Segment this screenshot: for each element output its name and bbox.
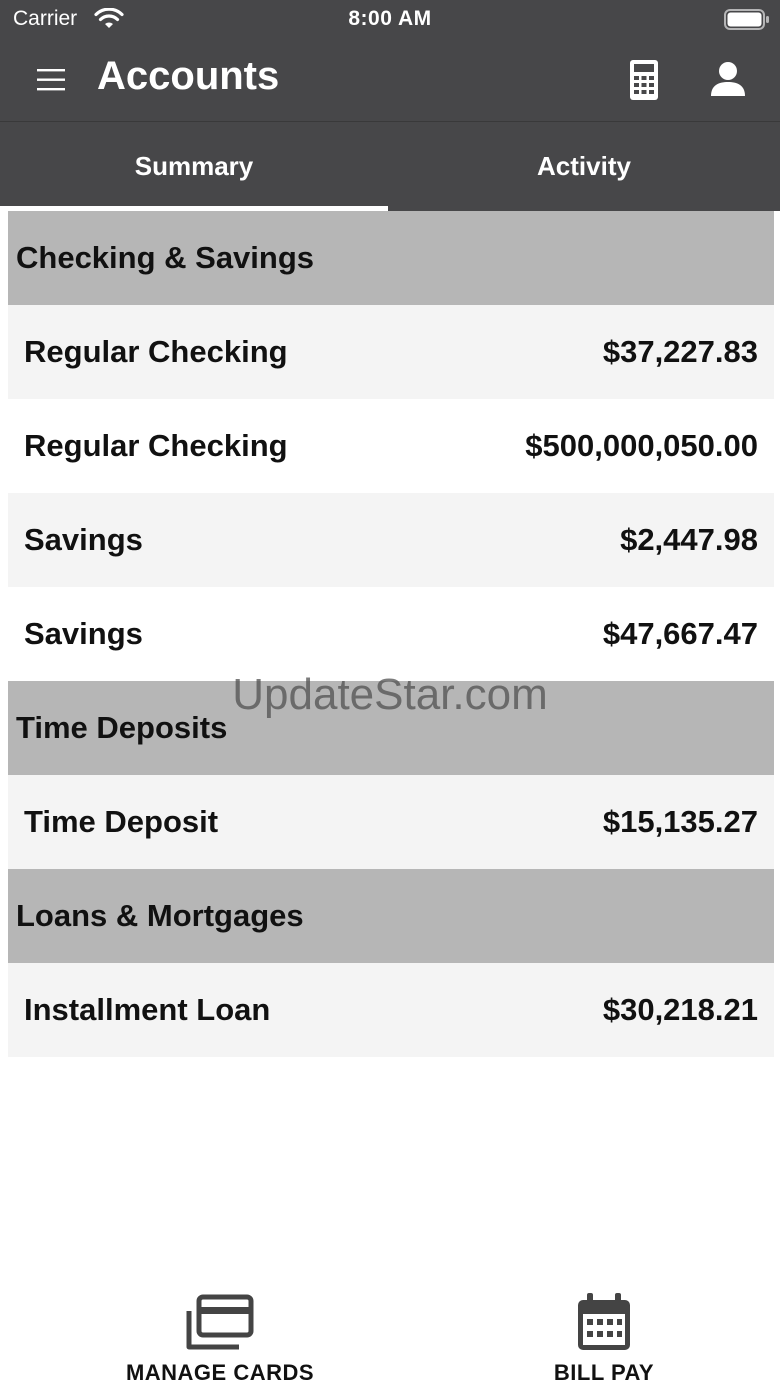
- section-title: Checking & Savings: [16, 240, 315, 275]
- section-header-loans-mortgages: Loans & Mortgages: [8, 869, 774, 963]
- accounts-list: Checking & Savings Regular Checking $37,…: [8, 211, 774, 1057]
- account-row[interactable]: Savings $47,667.47: [8, 587, 774, 681]
- tab-activity-label: Activity: [537, 151, 631, 181]
- user-profile-icon[interactable]: [706, 58, 750, 102]
- tab-activity[interactable]: Activity: [390, 122, 778, 211]
- section-header-checking-savings: Checking & Savings: [8, 211, 774, 305]
- app-header: Carrier 8:00 AM Accounts Summary Activit…: [0, 0, 780, 211]
- hamburger-menu-icon[interactable]: [30, 60, 72, 100]
- page-title: Accounts: [97, 54, 280, 98]
- account-name: Time Deposit: [24, 804, 219, 839]
- account-row[interactable]: Installment Loan $30,218.21: [8, 963, 774, 1057]
- account-balance: $500,000,050.00: [525, 428, 758, 463]
- account-balance: $2,447.98: [620, 522, 758, 557]
- section-header-time-deposits: Time Deposits: [8, 681, 774, 775]
- account-name: Regular Checking: [24, 334, 288, 369]
- tab-summary[interactable]: Summary: [0, 122, 388, 211]
- bill-pay-button[interactable]: BILL PAY: [494, 1280, 714, 1387]
- account-balance: $37,227.83: [602, 334, 758, 369]
- account-name: Installment Loan: [24, 992, 271, 1027]
- status-time: 8:00 AM: [348, 7, 432, 30]
- account-name: Savings: [24, 522, 143, 557]
- calculator-icon[interactable]: [626, 58, 662, 102]
- account-name: Regular Checking: [24, 428, 288, 463]
- tab-bar: Summary Activity: [0, 122, 780, 211]
- tab-summary-label: Summary: [134, 151, 254, 181]
- credit-cards-icon: [185, 1292, 255, 1352]
- section-title: Time Deposits: [16, 710, 228, 745]
- calendar-icon: [575, 1292, 633, 1352]
- account-balance: $30,218.21: [602, 992, 758, 1027]
- battery-icon: [724, 9, 770, 30]
- account-balance: $15,135.27: [602, 804, 758, 839]
- account-row[interactable]: Time Deposit $15,135.27: [8, 775, 774, 869]
- account-name: Savings: [24, 616, 143, 651]
- manage-cards-label: MANAGE CARDS: [125, 1360, 315, 1385]
- bottom-nav: MANAGE CARDS BILL PAY: [0, 1280, 780, 1387]
- section-title: Loans & Mortgages: [16, 898, 304, 933]
- status-bar: Carrier 8:00 AM: [0, 0, 780, 40]
- account-row[interactable]: Regular Checking $37,227.83: [8, 305, 774, 399]
- bill-pay-label: BILL PAY: [553, 1360, 655, 1385]
- account-row[interactable]: Savings $2,447.98: [8, 493, 774, 587]
- nav-bar: Accounts: [0, 40, 780, 121]
- account-row[interactable]: Regular Checking $500,000,050.00: [8, 399, 774, 493]
- account-balance: $47,667.47: [602, 616, 758, 651]
- manage-cards-button[interactable]: MANAGE CARDS: [110, 1280, 330, 1387]
